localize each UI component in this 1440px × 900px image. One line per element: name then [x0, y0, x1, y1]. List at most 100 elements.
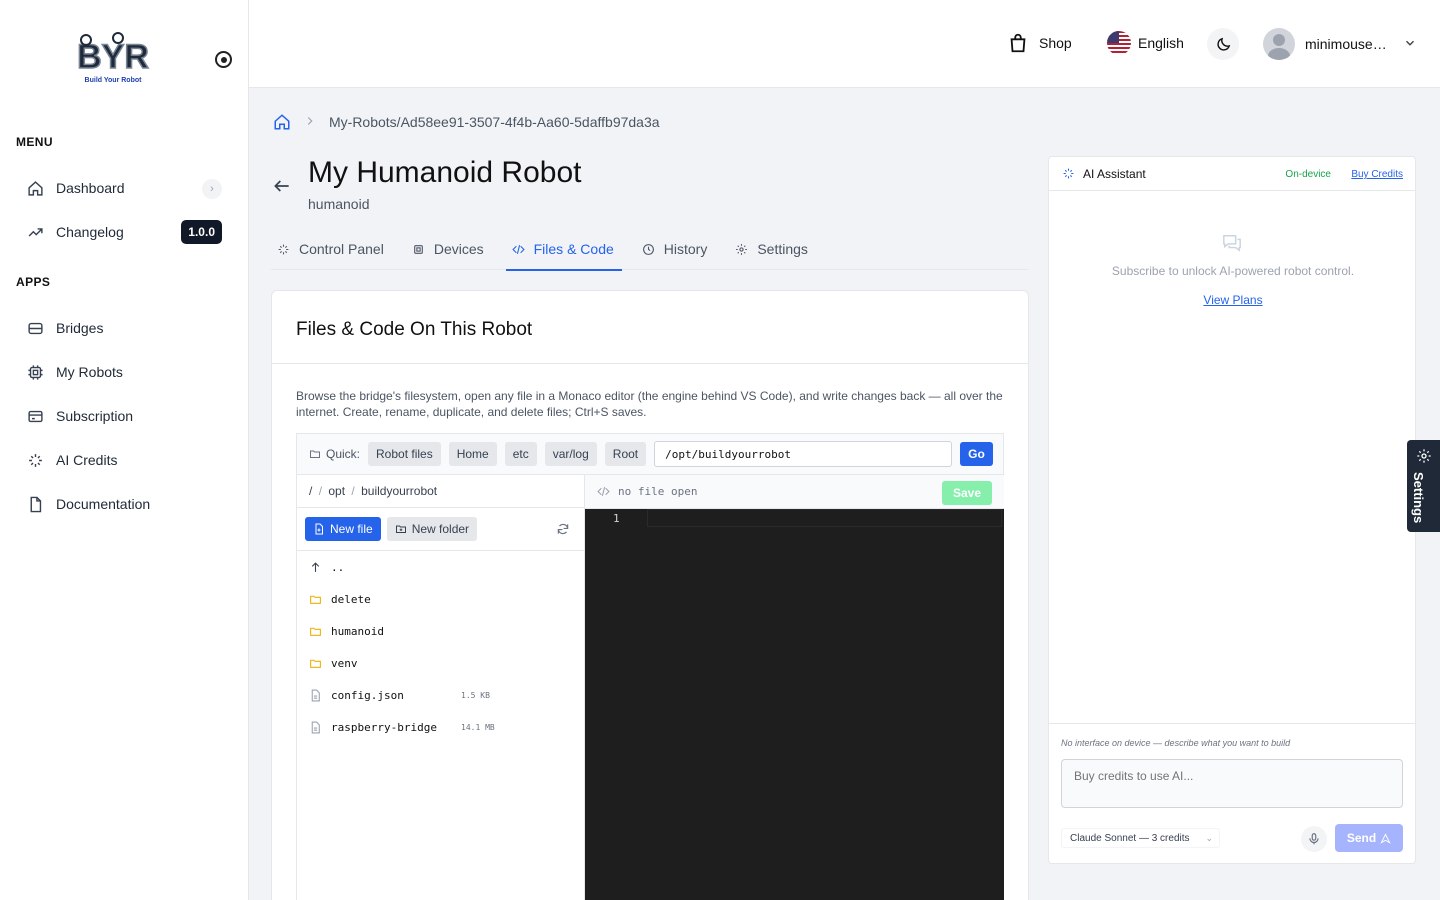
moon-icon [1216, 37, 1230, 51]
sparkle-icon [1063, 168, 1074, 179]
card-title: Files & Code On This Robot [272, 291, 1028, 364]
code-icon [597, 487, 610, 496]
model-select[interactable]: Claude Sonnet — 3 credits ⌄ [1061, 828, 1220, 848]
view-plans-link[interactable]: View Plans [1049, 293, 1417, 307]
line-gutter: 1 [585, 509, 647, 900]
file-row-folder[interactable]: humanoid [297, 615, 584, 647]
file-row-folder[interactable]: delete [297, 583, 584, 615]
path-crumbs: / / opt / buildyourrobot [297, 475, 584, 508]
file-browser: / / opt / buildyourrobot New file New fo… [297, 475, 585, 900]
crumb-root[interactable]: / [309, 484, 312, 498]
microphone-button[interactable] [1301, 826, 1327, 852]
home-icon[interactable] [273, 113, 291, 131]
clock-icon [642, 243, 654, 255]
sidebar-item-label: AI Credits [56, 452, 118, 468]
settings-drawer-tab[interactable]: Settings [1407, 440, 1440, 532]
send-button[interactable]: Send [1335, 824, 1403, 852]
crumb-opt[interactable]: opt [328, 484, 345, 498]
new-file-label: New file [330, 522, 373, 536]
tab-control-panel[interactable]: Control Panel [271, 228, 388, 270]
theme-toggle-button[interactable] [1207, 28, 1239, 60]
quick-etc-button[interactable]: etc [504, 442, 537, 466]
model-label: Claude Sonnet — 3 credits [1070, 833, 1190, 844]
path-input[interactable] [654, 441, 953, 467]
refresh-icon[interactable] [556, 522, 570, 536]
shop-button[interactable]: Shop [1007, 32, 1072, 54]
svg-text:Build Your Robot: Build Your Robot [85, 77, 143, 84]
sidebar: BYR Build Your Robot MENU Dashboard › Ch… [0, 0, 249, 900]
sidebar-item-changelog[interactable]: Changelog 1.0.0 [16, 214, 232, 250]
ai-prompt-input[interactable] [1061, 759, 1403, 808]
version-badge: 1.0.0 [181, 220, 222, 244]
file-row-folder[interactable]: venv [297, 647, 584, 679]
sidebar-item-subscription[interactable]: Subscription [16, 398, 232, 434]
quick-home-button[interactable]: Home [448, 442, 497, 466]
breadcrumb-path[interactable]: My-Robots/Ad58ee91-3507-4f4b-Aa60-5daffb… [329, 114, 660, 130]
crumb-buildyourrobot[interactable]: buildyourrobot [361, 484, 437, 498]
shop-label: Shop [1039, 35, 1072, 51]
file-manager: Quick: Robot files Home etc var/log Root… [296, 433, 1004, 900]
quick-var-log-button[interactable]: var/log [544, 442, 597, 466]
back-arrow-icon[interactable] [272, 176, 292, 196]
shopping-bag-icon [1010, 33, 1026, 53]
folder-icon [310, 627, 321, 636]
ai-hint: No interface on device — describe what y… [1061, 738, 1291, 748]
files-code-card: Files & Code On This Robot Browse the br… [271, 290, 1029, 900]
card-icon [26, 407, 44, 425]
buy-credits-link[interactable]: Buy Credits [1351, 169, 1403, 180]
language-selector[interactable]: English [1107, 31, 1184, 55]
file-name: delete [331, 592, 371, 606]
sidebar-item-documentation[interactable]: Documentation [16, 486, 232, 522]
save-button[interactable]: Save [941, 481, 992, 505]
file-row-parent[interactable]: .. [297, 551, 584, 583]
editor-status: no file open [618, 485, 698, 498]
editor-toolbar: no file open Save [585, 475, 1004, 509]
sidebar-item-label: Dashboard [56, 180, 125, 196]
trending-icon [26, 223, 44, 241]
file-icon [26, 495, 44, 513]
tab-devices[interactable]: Devices [408, 228, 488, 270]
quick-robot-files-button[interactable]: Robot files [368, 442, 441, 466]
chip-icon [413, 244, 423, 254]
chevron-down-icon [1403, 36, 1417, 53]
file-size: 1.5 KB [461, 690, 490, 700]
page-title: My Humanoid Robot [308, 156, 582, 189]
tab-label: History [663, 241, 708, 257]
sidebar-item-label: My Robots [56, 364, 123, 380]
new-folder-button[interactable]: New folder [386, 517, 478, 541]
go-button[interactable]: Go [960, 442, 993, 466]
chip-icon [26, 363, 44, 381]
chevron-right-icon[interactable]: › [202, 179, 222, 199]
top-bar: Shop English minimouse… [249, 0, 1440, 88]
quick-root-button[interactable]: Root [604, 442, 647, 466]
monaco-editor[interactable]: 1 [585, 509, 1004, 900]
username: minimouse… [1305, 36, 1387, 52]
bridge-icon [26, 319, 44, 337]
file-row-file[interactable]: raspberry-bridge 14.1 MB [297, 711, 584, 743]
sidebar-item-my-robots[interactable]: My Robots [16, 354, 232, 390]
avatar [1263, 28, 1295, 60]
tab-settings[interactable]: Settings [731, 228, 812, 270]
robot-tabs: Control Panel Devices Files & Code Histo… [271, 228, 1028, 271]
file-row-file[interactable]: config.json 1.5 KB [297, 679, 584, 711]
new-file-button[interactable]: New file [305, 517, 381, 541]
folder-icon [310, 659, 321, 668]
sidebar-item-dashboard[interactable]: Dashboard › [16, 170, 232, 206]
sparkle-icon [26, 451, 44, 469]
sidebar-collapse-toggle[interactable] [215, 51, 232, 68]
sparkle-icon [278, 244, 289, 254]
sidebar-item-bridges[interactable]: Bridges [16, 310, 232, 346]
sidebar-item-ai-credits[interactable]: AI Credits [16, 442, 232, 478]
settings-tab-label: Settings [1411, 472, 1426, 524]
file-name: humanoid [331, 624, 384, 638]
home-icon [26, 179, 44, 197]
byr-logo[interactable]: BYR Build Your Robot [70, 32, 156, 86]
arrow-up-icon [311, 561, 320, 572]
tab-files-and-code[interactable]: Files & Code [505, 228, 622, 271]
ai-empty-message: Subscribe to unlock AI-powered robot con… [1111, 264, 1355, 278]
tab-history[interactable]: History [638, 228, 712, 270]
crumb-separator: / [318, 484, 323, 498]
ai-composer: No interface on device — describe what y… [1049, 723, 1415, 863]
current-line-highlight [647, 509, 1002, 527]
user-menu[interactable]: minimouse… [1263, 28, 1417, 60]
